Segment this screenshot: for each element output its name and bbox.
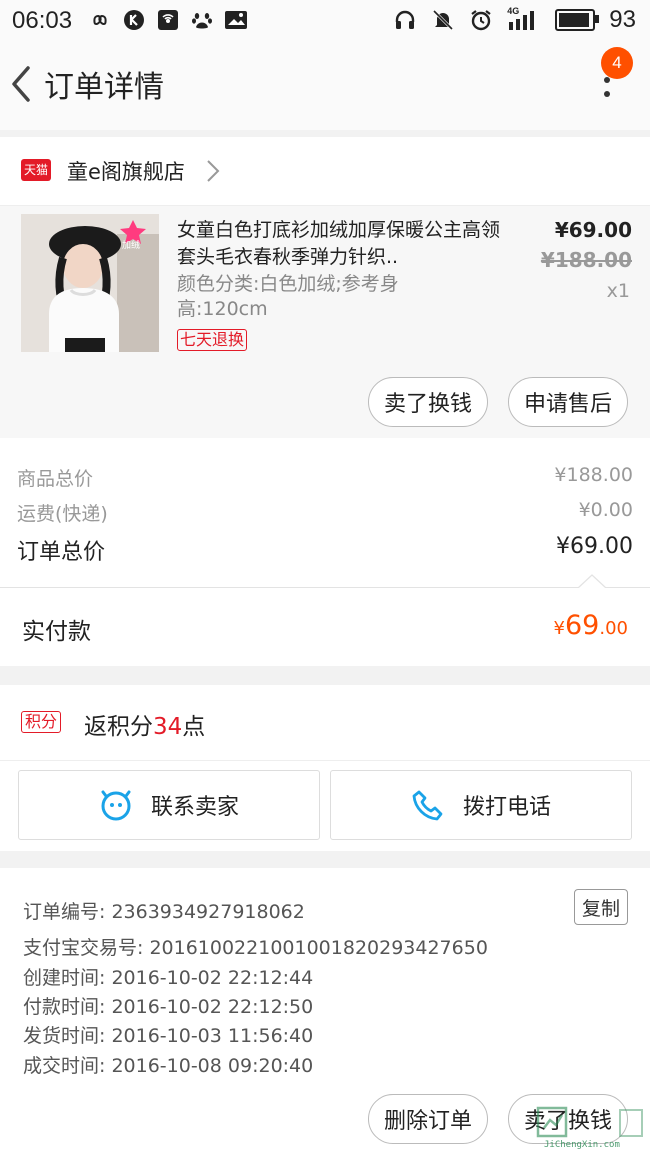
product-price: ¥69.00 — [554, 218, 632, 242]
headset-icon — [393, 8, 417, 32]
divider-notch-icon — [578, 574, 606, 589]
goods-total-label: 商品总价 — [17, 468, 94, 490]
order-number: 订单编号: 2363934927918062 — [23, 901, 305, 923]
status-bar: 06:03 4G 93 — [0, 0, 650, 40]
points-prefix: 返积分 — [84, 714, 153, 740]
image-message-icon — [224, 8, 248, 32]
back-chevron-icon[interactable] — [8, 62, 36, 106]
points-count: 34 — [153, 714, 183, 740]
created-time: 创建时间: 2016-10-02 22:12:44 — [23, 967, 314, 989]
site-watermark: JiChengXin.com — [536, 1104, 648, 1152]
paid-time: 付款时间: 2016-10-02 22:12:50 — [23, 996, 314, 1018]
call-phone-label: 拨打电话 — [462, 795, 551, 820]
product-original-price: ¥188.00 — [540, 248, 632, 272]
k-app-icon — [122, 8, 146, 32]
points-tag: 积分 — [21, 711, 62, 733]
watermark-text: JiChengXin.com — [544, 1140, 620, 1150]
mute-bell-icon — [431, 8, 455, 32]
goods-total-row: 商品总价 ¥188.00 — [17, 464, 633, 491]
actual-payment-label: 实付款 — [22, 619, 91, 645]
battery-icon — [555, 9, 600, 31]
infinity-icon — [88, 8, 112, 32]
order-info: 订单编号: 2363934927918062 复制 支付宝交易号: 201610… — [0, 868, 650, 1082]
order-total-row: 订单总价 ¥69.00 — [17, 534, 633, 566]
status-notification-icons — [88, 8, 248, 32]
baidu-paw-icon — [190, 8, 214, 32]
order-total-label: 订单总价 — [17, 540, 106, 565]
copy-order-number-button[interactable]: 复制 — [574, 889, 628, 925]
battery-percent: 93 — [609, 6, 636, 33]
contact-seller-label: 联系卖家 — [150, 795, 239, 820]
alipay-trade-number: 支付宝交易号: 2016100221001001820293427650 — [23, 937, 488, 959]
signal-4g-icon: 4G — [507, 6, 541, 32]
shipping-value: ¥0.00 — [578, 499, 633, 521]
sell-for-cash-button[interactable]: 卖了换钱 — [368, 377, 488, 427]
completed-time: 成交时间: 2016-10-08 09:20:40 — [23, 1055, 314, 1077]
phone-icon — [412, 790, 443, 821]
product-thumbnail[interactable]: 加绒 — [21, 214, 159, 352]
points-row: 积分 返积分34点 — [0, 685, 650, 761]
contact-seller-button[interactable]: 联系卖家 — [18, 770, 320, 840]
paid-currency: ¥ — [553, 618, 565, 639]
actual-payment-row: 实付款 ¥69.00 — [0, 588, 650, 666]
status-system-icons: 4G 93 — [393, 6, 636, 34]
shipping-label: 运费(快递) — [17, 503, 108, 525]
product-title: 女童白色打底衫加绒加厚保暖公主高领套头毛衣春秋季弹力针织.. — [177, 219, 501, 268]
store-name: 童e阁旗舰店 — [67, 160, 185, 184]
watermark-logo-icon — [536, 1106, 643, 1138]
status-time: 06:03 — [12, 7, 73, 34]
chevron-right-icon — [206, 159, 220, 183]
paid-integer: 69 — [565, 610, 600, 641]
notification-badge: 4 — [601, 47, 633, 79]
page-title: 订单详情 — [44, 70, 164, 105]
product-spec: 颜色分类:白色加绒;参考身高:120cm — [177, 273, 399, 320]
network-type-label: 4G — [507, 6, 520, 16]
order-total-value: ¥69.00 — [556, 534, 633, 559]
delete-order-button[interactable]: 删除订单 — [368, 1094, 488, 1144]
shipping-row: 运费(快递) ¥0.00 — [17, 499, 633, 526]
battery-fill — [559, 13, 590, 27]
store-row[interactable]: 天猫 童e阁旗舰店 — [0, 137, 650, 206]
apply-after-sales-button[interactable]: 申请售后 — [508, 377, 628, 427]
app-header: 订单详情 — [0, 40, 650, 130]
contact-section: 联系卖家 拨打电话 — [0, 761, 650, 851]
points-text: 返积分34点 — [84, 707, 205, 741]
chat-smiley-icon — [101, 790, 131, 821]
call-phone-button[interactable]: 拨打电话 — [330, 770, 632, 840]
points-suffix: 点 — [182, 714, 206, 740]
product-quantity: x1 — [606, 280, 630, 302]
return-policy-tag: 七天退换 — [177, 329, 248, 351]
thumb-badge: 加绒 — [122, 241, 141, 251]
shipped-time: 发货时间: 2016-10-03 11:56:40 — [23, 1025, 314, 1047]
tmall-logo: 天猫 — [21, 159, 51, 181]
price-summary: 商品总价 ¥188.00 运费(快递) ¥0.00 订单总价 ¥69.00 — [0, 438, 650, 588]
paid-decimal: .00 — [599, 618, 628, 639]
actual-payment-amount: ¥69.00 — [554, 610, 628, 641]
wireless-app-icon — [156, 8, 180, 32]
goods-total-value: ¥188.00 — [554, 464, 633, 486]
alarm-clock-icon — [469, 8, 493, 32]
